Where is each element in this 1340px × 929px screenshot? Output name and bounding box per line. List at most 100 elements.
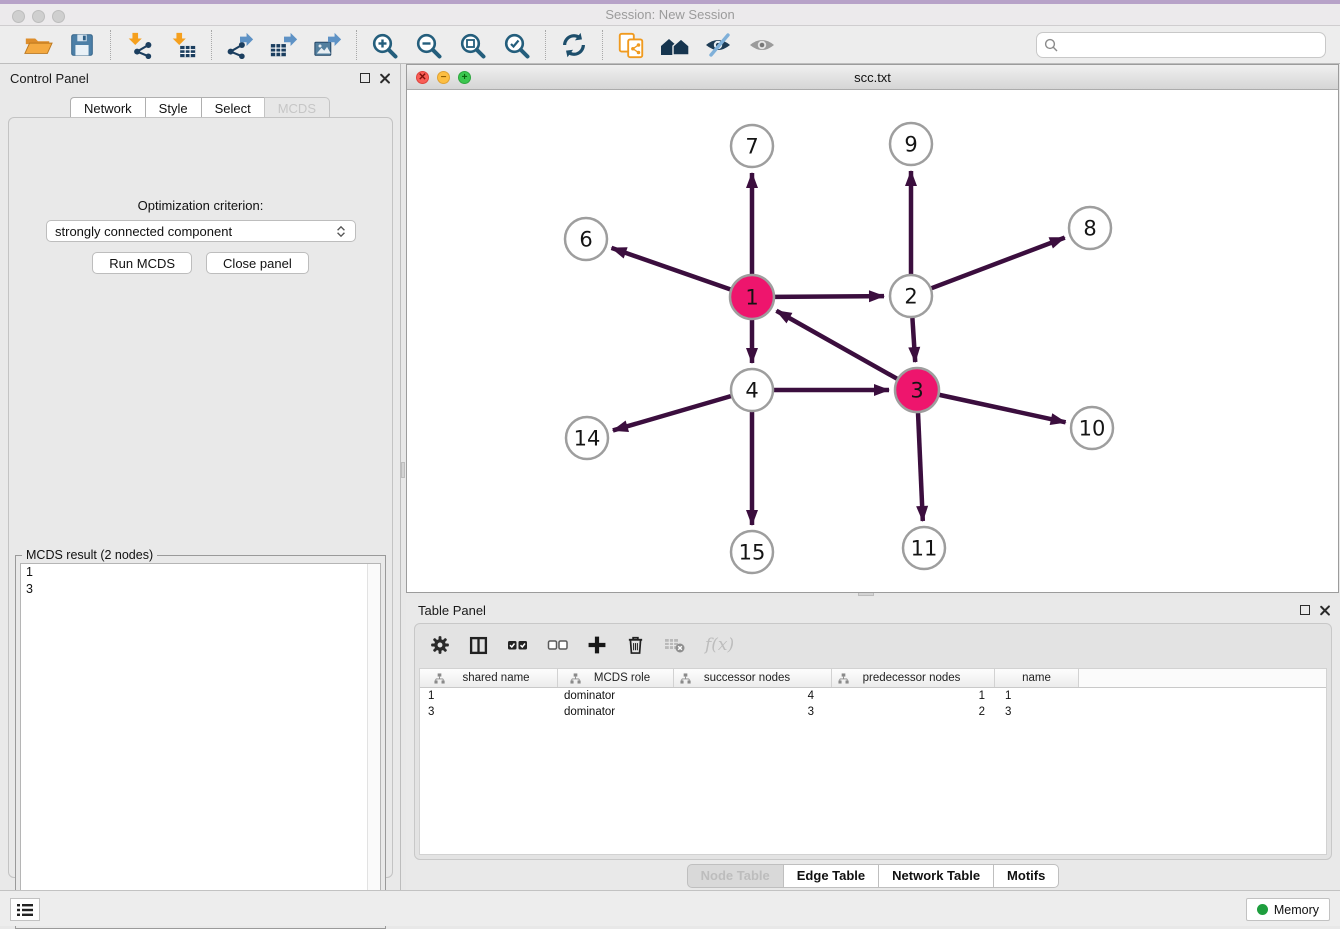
create-column-button[interactable] — [587, 632, 607, 658]
zoom-out-button[interactable] — [412, 29, 446, 61]
export-table-button[interactable] — [267, 29, 301, 61]
export-network-icon — [225, 31, 255, 59]
graph-node-9[interactable] — [890, 123, 932, 165]
delete-table-button[interactable] — [664, 632, 686, 658]
tab-node-table[interactable]: Node Table — [687, 864, 783, 888]
clone-network-button[interactable] — [614, 29, 648, 61]
graph-edge-2-3[interactable] — [912, 318, 915, 362]
table-row[interactable]: 3 dominator 3 2 3 — [420, 704, 1326, 720]
mcds-result-list[interactable]: 1 3 — [20, 563, 381, 924]
cell-mcds-role[interactable]: dominator — [558, 704, 674, 720]
graph-edge-1-2[interactable] — [775, 296, 884, 297]
zoom-in-icon — [370, 31, 400, 59]
cell-shared-name[interactable]: 1 — [420, 688, 558, 704]
mcds-result-item[interactable]: 3 — [21, 581, 380, 598]
task-history-button[interactable] — [10, 898, 40, 921]
graph-node-1[interactable] — [730, 275, 774, 319]
tree-hierarchy-icon — [434, 673, 445, 684]
import-network-button[interactable] — [122, 29, 156, 61]
export-network-button[interactable] — [223, 29, 257, 61]
close-panel-button[interactable]: Close panel — [206, 252, 309, 274]
graph-node-15[interactable] — [731, 531, 773, 573]
network-canvas[interactable]: 7968124314101511 — [407, 90, 1338, 592]
memory-button[interactable]: Memory — [1246, 898, 1330, 921]
cell-successor-nodes[interactable]: 3 — [674, 704, 832, 720]
control-panel-header: Control Panel — [0, 64, 400, 92]
graph-edge-3-10[interactable] — [939, 395, 1065, 422]
cell-predecessor-nodes[interactable]: 2 — [832, 704, 995, 720]
optimization-criterion-dropdown[interactable]: strongly connected component — [46, 220, 356, 242]
tab-motifs[interactable]: Motifs — [993, 864, 1059, 888]
run-mcds-button[interactable]: Run MCDS — [92, 252, 192, 274]
zoom-selected-button[interactable] — [500, 29, 534, 61]
tab-network-table[interactable]: Network Table — [878, 864, 993, 888]
zoom-in-button[interactable] — [368, 29, 402, 61]
show-all-button[interactable] — [746, 29, 780, 61]
cell-mcds-role[interactable]: dominator — [558, 688, 674, 704]
refresh-button[interactable] — [557, 29, 591, 61]
column-visibility-button[interactable] — [469, 632, 488, 658]
graph-node-10[interactable] — [1071, 407, 1113, 449]
columns-icon — [469, 636, 488, 655]
open-folder-icon — [23, 31, 53, 59]
zoom-fit-button[interactable] — [456, 29, 490, 61]
function-builder-button[interactable]: f(x) — [705, 635, 734, 655]
mcds-result-item[interactable]: 1 — [21, 564, 380, 581]
vertical-splitter-handle[interactable] — [401, 462, 405, 478]
table-tabs: Node Table Edge Table Network Table Moti… — [406, 864, 1340, 888]
float-panel-icon[interactable] — [360, 73, 370, 83]
export-image-icon — [313, 31, 343, 59]
graph-edge-3-11[interactable] — [918, 413, 923, 521]
list-icon — [16, 903, 34, 917]
graph-node-3[interactable] — [895, 368, 939, 412]
unselect-all-button[interactable] — [547, 632, 568, 658]
column-header-name[interactable]: name — [995, 669, 1079, 687]
graph-node-8[interactable] — [1069, 207, 1111, 249]
graph-edge-3-1[interactable] — [776, 311, 897, 379]
graph-node-6[interactable] — [565, 218, 607, 260]
checked-boxes-icon — [507, 636, 528, 654]
graph-edge-1-6[interactable] — [611, 248, 730, 290]
graph-node-14[interactable] — [566, 417, 608, 459]
close-table-panel-icon[interactable] — [1319, 605, 1330, 616]
refresh-icon — [559, 31, 589, 59]
result-scrollbar-track[interactable] — [367, 564, 380, 923]
column-header-predecessor-nodes[interactable]: predecessor nodes — [832, 669, 995, 687]
save-floppy-icon — [67, 31, 97, 59]
cell-predecessor-nodes[interactable]: 1 — [832, 688, 995, 704]
hide-selected-button[interactable] — [702, 29, 736, 61]
graph-node-11[interactable] — [903, 527, 945, 569]
save-session-button[interactable] — [65, 29, 99, 61]
cell-successor-nodes[interactable]: 4 — [674, 688, 832, 704]
table-options-button[interactable] — [430, 632, 450, 658]
select-all-button[interactable] — [507, 632, 528, 658]
cell-name[interactable]: 3 — [995, 704, 1079, 720]
first-neighbors-button[interactable] — [658, 29, 692, 61]
window-top-accent — [0, 0, 1340, 4]
cell-name[interactable]: 1 — [995, 688, 1079, 704]
delete-table-icon — [664, 636, 686, 654]
table-row[interactable]: 1 dominator 4 1 1 — [420, 688, 1326, 704]
graph-edge-2-8[interactable] — [932, 238, 1065, 289]
graph-node-2[interactable] — [890, 275, 932, 317]
search-field[interactable] — [1036, 32, 1326, 58]
houses-icon — [659, 31, 691, 59]
column-header-mcds-role[interactable]: MCDS role — [558, 669, 674, 687]
application-window: Session: New Session — [0, 0, 1340, 926]
network-window-titlebar[interactable]: ✕ − + scc.txt — [407, 65, 1338, 90]
graph-node-7[interactable] — [731, 125, 773, 167]
import-table-button[interactable] — [166, 29, 200, 61]
column-label: predecessor nodes — [849, 672, 984, 684]
cell-shared-name[interactable]: 3 — [420, 704, 558, 720]
graph-node-4[interactable] — [731, 369, 773, 411]
float-table-panel-icon[interactable] — [1300, 605, 1310, 615]
open-session-button[interactable] — [21, 29, 55, 61]
column-header-shared-name[interactable]: shared name — [420, 669, 558, 687]
tab-edge-table[interactable]: Edge Table — [783, 864, 878, 888]
close-panel-icon[interactable] — [379, 73, 390, 84]
delete-column-button[interactable] — [626, 632, 645, 658]
column-header-successor-nodes[interactable]: successor nodes — [674, 669, 832, 687]
export-image-button[interactable] — [311, 29, 345, 61]
graph-edge-4-14[interactable] — [613, 396, 731, 430]
search-input[interactable] — [1063, 37, 1318, 52]
